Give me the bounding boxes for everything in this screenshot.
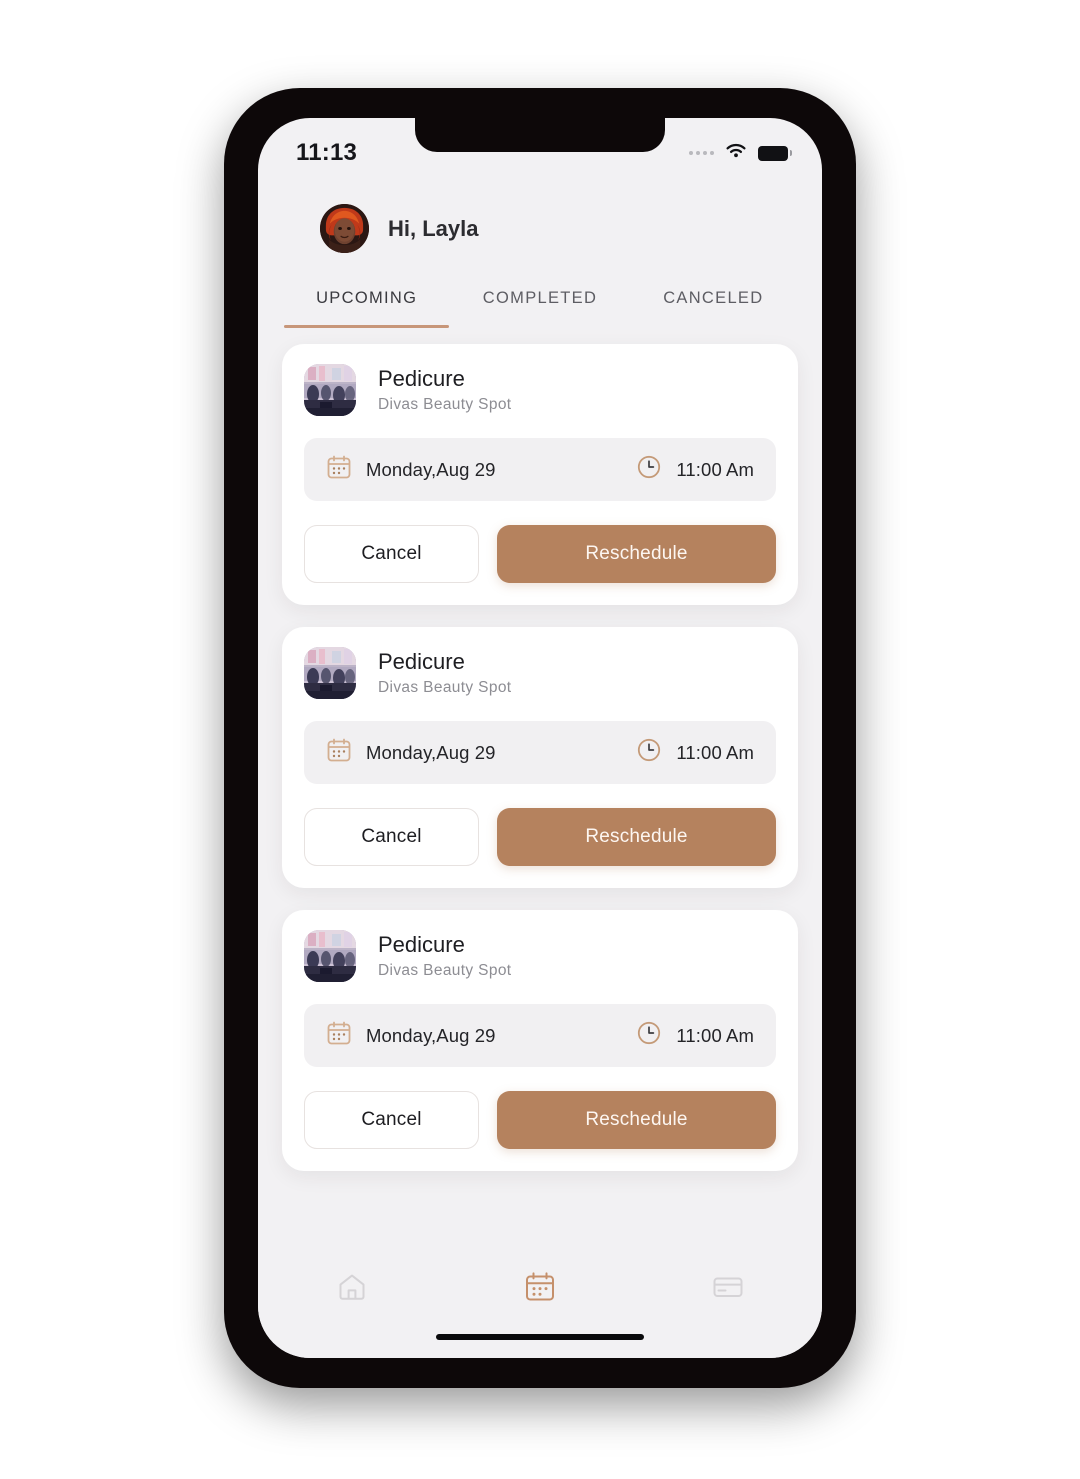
appointment-card-header: Pedicure Divas Beauty Spot (304, 364, 776, 438)
home-icon (335, 1270, 369, 1309)
appointment-card-header: Pedicure Divas Beauty Spot (304, 930, 776, 1004)
service-name: Pedicure (378, 366, 465, 391)
service-thumbnail (304, 364, 356, 416)
appointment-time-group: 11:00 Am (636, 454, 754, 485)
appointment-date-group: Monday,Aug 29 (326, 1020, 496, 1051)
salon-name: Divas Beauty Spot (378, 679, 512, 697)
service-thumbnail (304, 647, 356, 699)
nav-item-appointments[interactable] (446, 1270, 634, 1309)
appointment-datetime[interactable]: Monday,Aug 29 11:00 Am (304, 1004, 776, 1067)
appointment-card-header: Pedicure Divas Beauty Spot (304, 647, 776, 721)
clock-icon (636, 1020, 662, 1051)
nav-item-home[interactable] (258, 1270, 446, 1309)
appointment-card: Pedicure Divas Beauty Spot Monday,Aug 29… (282, 627, 798, 888)
phone-screen: 11:13 Hi, Layla UPCOMING COMPLETED CANCE… (258, 118, 822, 1358)
appointment-datetime[interactable]: Monday,Aug 29 11:00 Am (304, 721, 776, 784)
appointment-titles: Pedicure Divas Beauty Spot (378, 930, 511, 980)
status-bar-time: 11:13 (296, 139, 358, 166)
appointment-date: Monday,Aug 29 (366, 1024, 496, 1046)
salon-name: Divas Beauty Spot (378, 962, 512, 980)
appointment-time: 11:00 Am (676, 741, 754, 763)
calendar-icon (326, 454, 352, 485)
appointment-time-group: 11:00 Am (636, 737, 754, 768)
appointment-actions: Cancel Reschedule (304, 525, 776, 583)
battery-icon (758, 145, 792, 161)
cancel-button[interactable]: Cancel (304, 525, 479, 583)
appointment-date: Monday,Aug 29 (366, 458, 496, 480)
salon-name: Divas Beauty Spot (378, 396, 512, 414)
tab-completed[interactable]: COMPLETED (453, 289, 626, 328)
appointment-card: Pedicure Divas Beauty Spot Monday,Aug 29… (282, 910, 798, 1171)
cancel-button[interactable]: Cancel (304, 808, 479, 866)
reschedule-button[interactable]: Reschedule (497, 525, 776, 583)
appointment-titles: Pedicure Divas Beauty Spot (378, 364, 511, 414)
avatar[interactable] (320, 204, 369, 253)
reschedule-button[interactable]: Reschedule (497, 1091, 776, 1149)
clock-icon (636, 454, 662, 485)
signal-dots-icon (689, 151, 714, 155)
nav-item-payments[interactable] (634, 1270, 822, 1309)
greeting-row: Hi, Layla (258, 180, 822, 253)
appointment-list: Pedicure Divas Beauty Spot Monday,Aug 29… (258, 328, 822, 1171)
tab-upcoming[interactable]: UPCOMING (280, 289, 453, 328)
appointment-date-group: Monday,Aug 29 (326, 737, 496, 768)
service-name: Pedicure (378, 932, 465, 957)
calendar-icon (326, 737, 352, 768)
appointment-titles: Pedicure Divas Beauty Spot (378, 647, 511, 697)
service-name: Pedicure (378, 649, 465, 674)
tab-canceled[interactable]: CANCELED (627, 289, 800, 328)
greeting-text: Hi, Layla (388, 215, 479, 241)
bottom-navigation (258, 1248, 822, 1358)
card-icon (711, 1270, 745, 1309)
phone-device-frame: 11:13 Hi, Layla UPCOMING COMPLETED CANCE… (224, 88, 856, 1388)
cancel-button[interactable]: Cancel (304, 1091, 479, 1149)
appointment-date: Monday,Aug 29 (366, 741, 496, 763)
appointment-datetime[interactable]: Monday,Aug 29 11:00 Am (304, 438, 776, 501)
wifi-icon (724, 142, 748, 165)
screenshot-canvas: 11:13 Hi, Layla UPCOMING COMPLETED CANCE… (0, 0, 1080, 1479)
calendar-icon (523, 1270, 557, 1309)
calendar-icon (326, 1020, 352, 1051)
service-thumbnail (304, 930, 356, 982)
status-bar-indicators (689, 142, 792, 165)
appointment-date-group: Monday,Aug 29 (326, 454, 496, 485)
home-indicator (436, 1334, 644, 1340)
appointment-time: 11:00 Am (676, 1024, 754, 1046)
appointment-time: 11:00 Am (676, 458, 754, 480)
appointment-time-group: 11:00 Am (636, 1020, 754, 1051)
clock-icon (636, 737, 662, 768)
appointment-card: Pedicure Divas Beauty Spot Monday,Aug 29… (282, 344, 798, 605)
appointment-actions: Cancel Reschedule (304, 1091, 776, 1149)
phone-notch (415, 118, 665, 152)
appointment-tabs: UPCOMING COMPLETED CANCELED (258, 289, 822, 328)
appointment-actions: Cancel Reschedule (304, 808, 776, 866)
reschedule-button[interactable]: Reschedule (497, 808, 776, 866)
